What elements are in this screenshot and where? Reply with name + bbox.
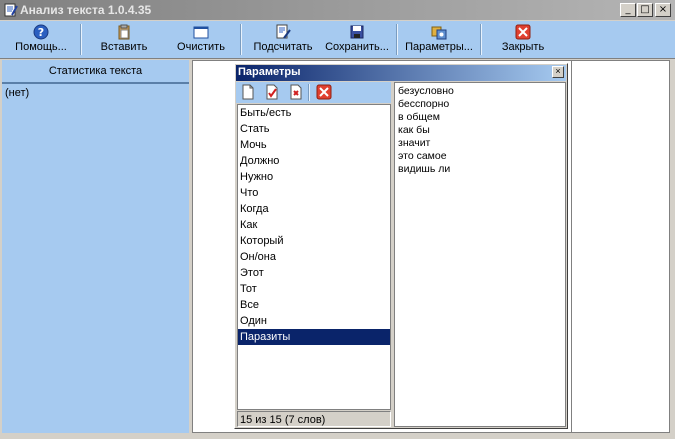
title-bar: Анализ текста 1.0.4.35 _ □ ×: [0, 0, 675, 20]
word-contents-editor[interactable]: безусловно бесспорно в общем как бы знач…: [394, 82, 566, 427]
dialog-toolbar: [236, 82, 391, 103]
maximize-button[interactable]: □: [637, 3, 653, 17]
window-title: Анализ текста 1.0.4.35: [20, 3, 152, 17]
clear-label: Очистить: [177, 41, 225, 53]
toolbar: ? Помощь... Вставить Очистить Подсчитать: [0, 21, 675, 59]
paste-button[interactable]: Вставить: [92, 23, 156, 56]
help-icon: ?: [33, 24, 49, 40]
new-page-icon[interactable]: [240, 84, 256, 100]
check-page-icon[interactable]: [264, 84, 280, 100]
close-label: Закрыть: [501, 41, 545, 53]
blank-window-icon: [193, 26, 209, 39]
list-item-selected[interactable]: Паразиты: [238, 329, 390, 345]
word-line: значит: [398, 137, 431, 149]
clipboard-icon: [118, 24, 130, 40]
svg-text:?: ?: [38, 26, 44, 39]
word-group-list[interactable]: Быть/есть Стать Мочь Должно Нужно Что Ко…: [237, 104, 391, 410]
dialog-close-button[interactable]: ×: [552, 66, 564, 78]
count-button[interactable]: Подсчитать: [250, 23, 316, 56]
toolbar-separator: [240, 24, 242, 55]
stats-panel: Статистика текста (нет): [2, 60, 189, 433]
toolbar-separator: [80, 24, 82, 55]
word-line: это самое: [398, 150, 447, 162]
text-area-divider: [571, 61, 572, 432]
word-line: безусловно: [398, 85, 454, 97]
params-dialog: Параметры × Быть/есть Стать Мочь Должно …: [234, 63, 568, 429]
list-item[interactable]: Как: [238, 217, 390, 233]
paste-label: Вставить: [100, 41, 148, 53]
clear-button[interactable]: Очистить: [170, 23, 232, 56]
dialog-title-bar: Параметры ×: [236, 65, 566, 81]
help-button[interactable]: ? Помощь...: [8, 23, 74, 56]
dialog-title: Параметры: [238, 66, 301, 78]
minimize-button[interactable]: _: [620, 3, 636, 17]
list-item[interactable]: Быть/есть: [238, 105, 390, 121]
list-item[interactable]: Он/она: [238, 249, 390, 265]
word-count-status: 15 из 15 (7 слов): [237, 411, 391, 427]
params-label: Параметры...: [405, 41, 473, 53]
word-line: в общем: [398, 111, 440, 123]
list-item[interactable]: Нужно: [238, 169, 390, 185]
count-label: Подсчитать: [253, 41, 313, 53]
save-button[interactable]: Сохранить...: [324, 23, 390, 56]
list-item[interactable]: Что: [238, 185, 390, 201]
list-item[interactable]: Этот: [238, 265, 390, 281]
list-item[interactable]: Один: [238, 313, 390, 329]
app-icon: [4, 3, 18, 17]
stats-empty-text: (нет): [5, 87, 30, 99]
list-item[interactable]: Мочь: [238, 137, 390, 153]
toolbar-separator: [396, 24, 398, 55]
calculate-icon: [276, 24, 291, 39]
delete-page-icon[interactable]: [288, 84, 304, 100]
list-item[interactable]: Тот: [238, 281, 390, 297]
word-line: бесспорно: [398, 98, 450, 110]
close-window-button[interactable]: ×: [655, 3, 671, 17]
help-label: Помощь...: [15, 41, 67, 53]
list-item[interactable]: Когда: [238, 201, 390, 217]
floppy-disk-icon: [350, 25, 364, 39]
list-item[interactable]: Стать: [238, 121, 390, 137]
close-button[interactable]: Закрыть: [492, 23, 554, 56]
close-red-icon[interactable]: [316, 84, 332, 100]
word-line: как бы: [398, 124, 430, 136]
list-item[interactable]: Все: [238, 297, 390, 313]
settings-icon: [431, 26, 447, 40]
stats-panel-header: Статистика текста: [2, 60, 189, 84]
close-icon: [515, 24, 531, 40]
list-item[interactable]: Который: [238, 233, 390, 249]
toolbar-separator: [480, 24, 482, 55]
list-item[interactable]: Должно: [238, 153, 390, 169]
save-label: Сохранить...: [325, 41, 389, 53]
word-line: видишь ли: [398, 163, 451, 175]
dialog-toolbar-separator: [308, 84, 310, 101]
params-button[interactable]: Параметры...: [404, 23, 474, 56]
